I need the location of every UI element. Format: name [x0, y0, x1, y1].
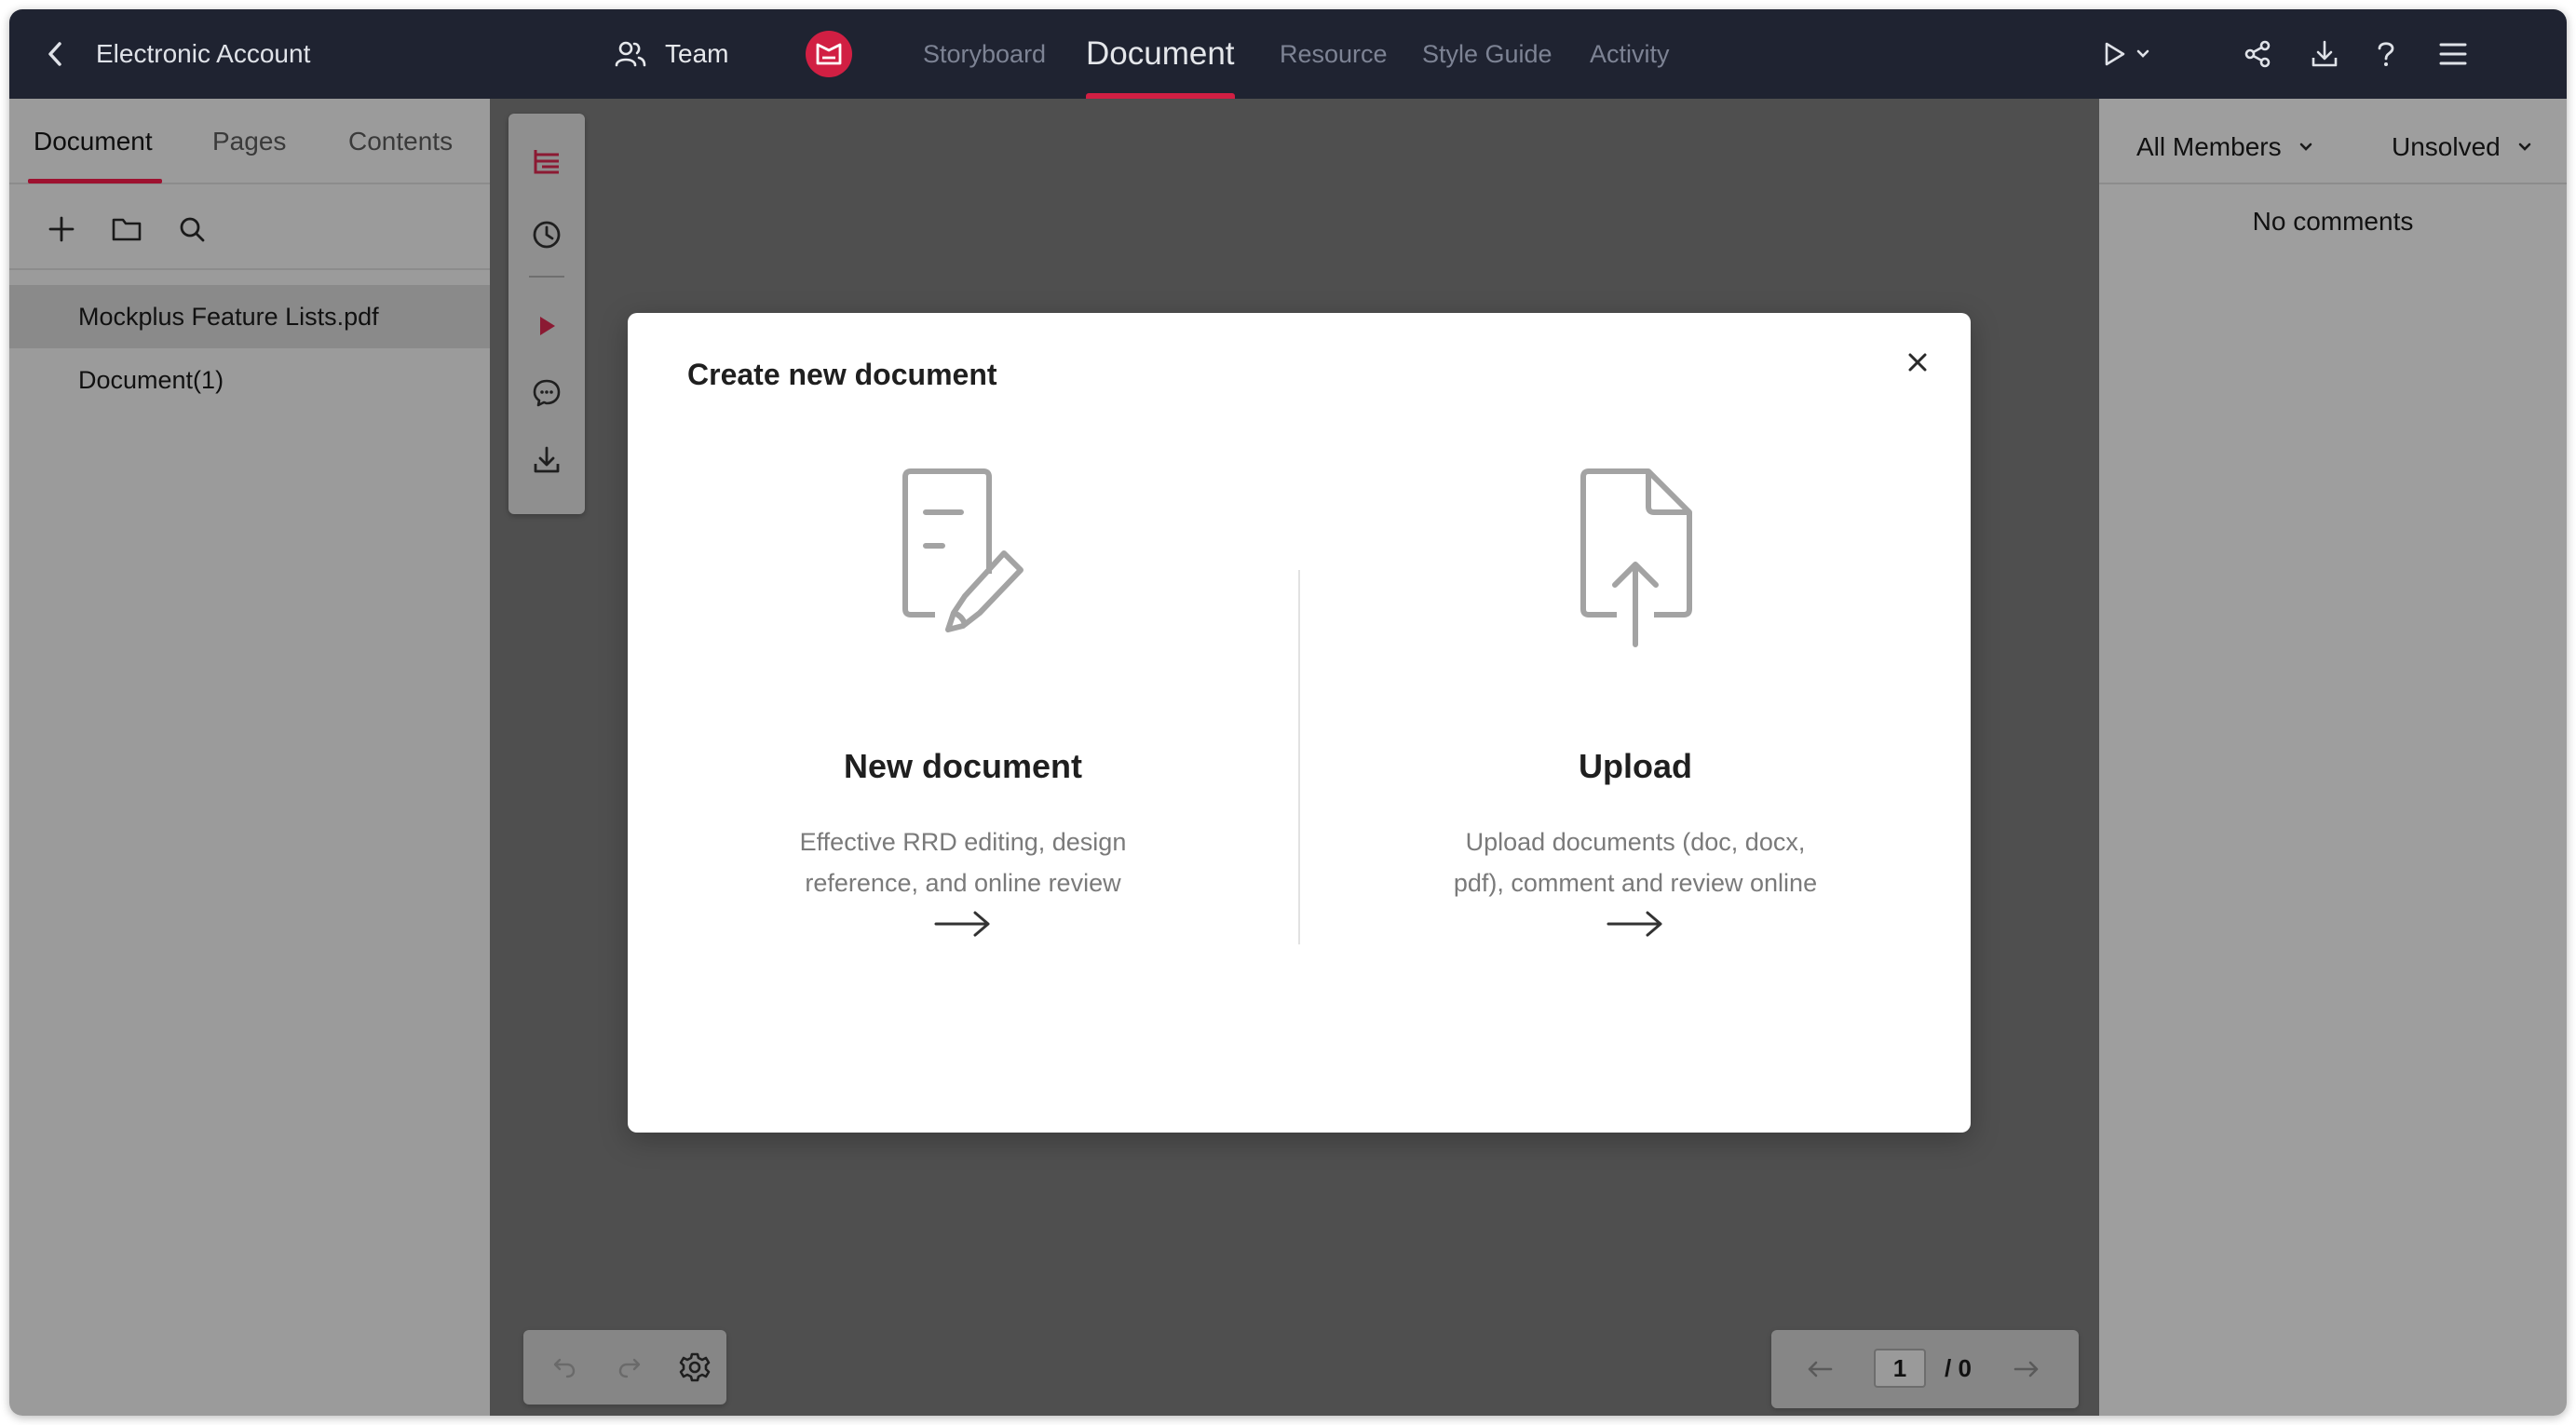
outline-button[interactable]: [508, 134, 585, 190]
team-button[interactable]: Team: [615, 9, 728, 99]
tab-pages[interactable]: Pages: [212, 127, 286, 156]
plus-icon: [47, 215, 75, 243]
arrow-right-icon: [628, 909, 1298, 939]
mockplus-logo-icon: [806, 31, 852, 77]
page-total: / 0: [1945, 1354, 1972, 1382]
team-label: Team: [665, 39, 729, 68]
status-filter-label: Unsolved: [2392, 132, 2501, 161]
option-description: Upload documents (doc, docx, pdf), comme…: [1453, 828, 1818, 897]
close-dialog-button[interactable]: [1896, 341, 1939, 384]
tab-document-list[interactable]: Document: [34, 127, 153, 156]
arrow-right-icon: [2013, 1360, 2040, 1378]
pointer-icon: [535, 313, 559, 339]
arrow-left-icon: [1806, 1360, 1834, 1378]
comment-icon: [532, 378, 562, 408]
page-number-input[interactable]: [1874, 1349, 1926, 1388]
tab-style-guide[interactable]: Style Guide: [1422, 9, 1552, 99]
vertical-toolbar: [508, 114, 585, 514]
status-filter-dropdown[interactable]: Unsolved: [2392, 132, 2532, 162]
menu-icon: [2438, 41, 2468, 67]
tab-activity[interactable]: Activity: [1590, 9, 1670, 99]
undo-button[interactable]: [544, 1347, 585, 1388]
redo-icon: [617, 1354, 643, 1380]
left-tab-indicator: [28, 179, 162, 183]
tab-document[interactable]: Document: [1086, 9, 1235, 99]
settings-icon: [679, 1351, 711, 1383]
left-panel: Document Pages Contents Mockplus Feature…: [9, 99, 490, 1416]
share-button[interactable]: [2231, 9, 2284, 99]
tab-storyboard[interactable]: Storyboard: [923, 9, 1046, 99]
file-item-0[interactable]: Mockplus Feature Lists.pdf: [9, 285, 490, 348]
search-button[interactable]: [171, 209, 212, 250]
file-name: Document(1): [78, 365, 224, 394]
create-document-dialog: Create new document New document Effecti…: [628, 313, 1971, 1133]
app-window: Electronic Account Team Storyboard Docum…: [9, 9, 2567, 1416]
upload-option[interactable]: Upload Upload documents (doc, docx, pdf)…: [1300, 425, 1971, 1095]
file-item-1[interactable]: Document(1): [9, 348, 490, 412]
export-button[interactable]: [2298, 9, 2351, 99]
outline-icon: [531, 147, 563, 177]
history-button[interactable]: [508, 207, 585, 263]
new-document-option[interactable]: New document Effective RRD editing, desi…: [628, 425, 1298, 1095]
download-icon: [532, 445, 562, 475]
users-icon: [615, 40, 646, 68]
tab-resource[interactable]: Resource: [1280, 9, 1388, 99]
members-filter-dropdown[interactable]: All Members: [2136, 132, 2313, 162]
preview-options-button[interactable]: [2129, 9, 2157, 99]
left-panel-toolbar: [9, 186, 490, 270]
history-icon: [531, 219, 563, 251]
toolbar-divider: [529, 276, 564, 278]
settings-button[interactable]: [674, 1347, 715, 1388]
option-description: Effective RRD editing, design reference,…: [799, 828, 1127, 897]
chevron-left-icon: [45, 40, 65, 68]
folder-icon: [111, 216, 142, 242]
next-page-button[interactable]: [2006, 1349, 2047, 1390]
option-title: Upload: [1579, 747, 1692, 785]
members-filter-label: All Members: [2136, 132, 2282, 161]
dialog-title: Create new document: [687, 358, 997, 391]
comments-filter-bar: All Members Unsolved: [2099, 99, 2567, 184]
main-menu-button[interactable]: [2427, 9, 2479, 99]
close-icon: [1906, 351, 1929, 373]
file-upload-icon: [1300, 425, 1971, 648]
search-icon: [178, 215, 206, 243]
undo-icon: [551, 1354, 577, 1380]
add-folder-button[interactable]: [106, 209, 147, 250]
chevron-down-icon: [2135, 48, 2150, 60]
help-icon: [2375, 39, 2397, 69]
pointer-button[interactable]: [508, 298, 585, 354]
option-title: New document: [843, 747, 1083, 785]
help-button[interactable]: [2360, 9, 2412, 99]
add-document-button[interactable]: [41, 209, 82, 250]
document-edit-icon: [628, 425, 1298, 648]
play-icon: [2100, 40, 2128, 68]
download-icon: [2310, 39, 2339, 69]
top-bar: Electronic Account Team Storyboard Docum…: [9, 9, 2567, 99]
page-navigator: / 0: [1771, 1330, 2079, 1408]
tab-contents[interactable]: Contents: [348, 127, 453, 156]
empty-comments-message: No comments: [2252, 207, 2414, 236]
project-title: Electronic Account: [96, 39, 311, 68]
left-panel-tabs: Document Pages Contents: [9, 99, 490, 184]
app-logo[interactable]: [803, 9, 855, 99]
comment-button[interactable]: [508, 365, 585, 421]
chevron-down-icon: [2517, 142, 2532, 153]
download-document-button[interactable]: [508, 432, 585, 488]
tab-document-label: Document: [1086, 35, 1235, 72]
redo-button[interactable]: [609, 1347, 650, 1388]
edit-toolbar: [523, 1330, 726, 1405]
chevron-down-icon: [2298, 142, 2313, 153]
file-name: Mockplus Feature Lists.pdf: [78, 302, 379, 331]
share-icon: [2243, 39, 2272, 69]
comments-panel: All Members Unsolved No comments: [2099, 99, 2567, 1416]
arrow-right-icon: [1300, 909, 1971, 939]
previous-page-button[interactable]: [1799, 1349, 1840, 1390]
back-button[interactable]: [34, 9, 76, 99]
